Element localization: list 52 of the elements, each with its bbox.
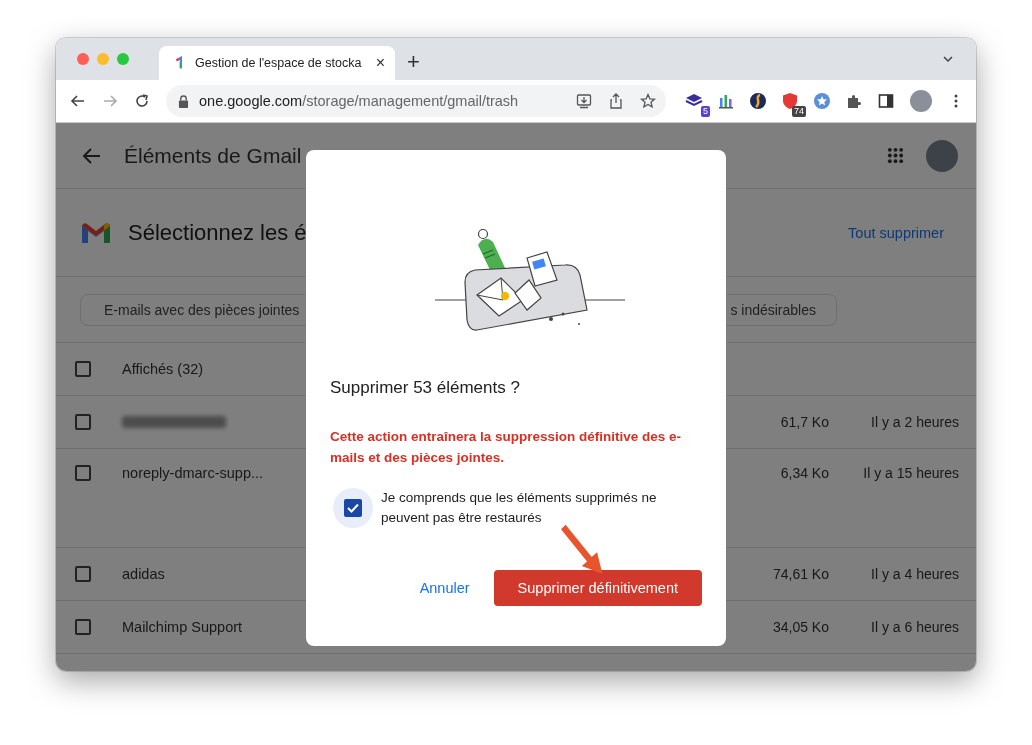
cancel-button[interactable]: Annuler — [419, 572, 470, 604]
shield-extension-icon[interactable] — [781, 92, 799, 110]
close-tab-button[interactable]: × — [373, 54, 387, 72]
section-title: Sélectionnez les é — [128, 219, 307, 246]
checkbox[interactable] — [75, 566, 91, 582]
side-panel-icon[interactable] — [878, 93, 894, 109]
extension-badge: 74 — [792, 106, 806, 117]
gmail-logo-icon — [80, 220, 112, 245]
confirm-checkbox[interactable] — [333, 488, 373, 528]
star-icon[interactable] — [640, 93, 656, 109]
puzzle-piece-icon[interactable] — [846, 93, 862, 109]
dialog-title: Supprimer 53 éléments ? — [330, 378, 521, 398]
back-arrow-icon[interactable] — [70, 93, 86, 109]
new-tab-button[interactable]: + — [407, 50, 420, 74]
url-text: one.google.com/storage/management/gmail/trash — [199, 93, 519, 109]
swirl-extension-icon[interactable] — [749, 92, 767, 110]
profile-avatar[interactable] — [910, 90, 932, 112]
extension-badge: 5 — [701, 106, 710, 117]
time-text: Il y a 6 heures — [870, 619, 959, 635]
sender-name: adidas — [122, 566, 165, 582]
apps-grid-icon[interactable] — [887, 147, 904, 164]
checkbox[interactable] — [75, 465, 91, 481]
checkbox[interactable] — [75, 619, 91, 635]
size-text: 34,05 Ko — [771, 619, 829, 635]
chevron-down-icon[interactable] — [942, 53, 954, 65]
sender-name: noreply-dmarc-supp... — [122, 465, 264, 481]
time-text: Il y a 4 heures — [870, 566, 959, 582]
account-avatar[interactable] — [926, 139, 958, 172]
checkbox[interactable] — [75, 361, 91, 377]
confirm-label: Je comprends que les éléments supprimés ne peuvent pas être restaurés — [381, 489, 658, 527]
checkmark-icon — [344, 499, 362, 517]
time-text: Il y a 15 heures — [862, 465, 959, 481]
time-text: Il y a 2 heures — [870, 414, 959, 430]
install-icon[interactable] — [576, 93, 592, 109]
address-bar[interactable]: one.google.com/storage/management/gmail/trash — [166, 85, 666, 117]
displayed-count: Affichés (32) — [122, 361, 204, 377]
size-text: 61,7 Ko — [779, 414, 829, 430]
delete-permanently-button[interactable]: Supprimer définitivement — [493, 570, 702, 606]
star-badge-extension-icon[interactable] — [813, 92, 831, 110]
tab-title: Gestion de l'espace de stocka — [195, 56, 363, 70]
size-text: 6,34 Ko — [779, 465, 829, 481]
back-arrow-icon[interactable] — [82, 145, 102, 166]
warning-text: Cette action entraînera la suppression définitive des e-mails et des pièces jointes. — [330, 428, 683, 467]
lock-icon — [178, 94, 189, 108]
bar-chart-extension-icon[interactable] — [717, 92, 735, 110]
share-icon[interactable] — [608, 93, 624, 109]
browser-tab[interactable]: Gestion de l'espace de stocka × — [159, 46, 395, 80]
size-text: 74,61 Ko — [771, 566, 829, 582]
page-title: Éléments de Gmail — [124, 143, 302, 168]
reload-icon[interactable] — [134, 93, 150, 109]
sender-name: Mailchimp Support — [122, 619, 243, 635]
checkbox[interactable] — [75, 414, 91, 430]
